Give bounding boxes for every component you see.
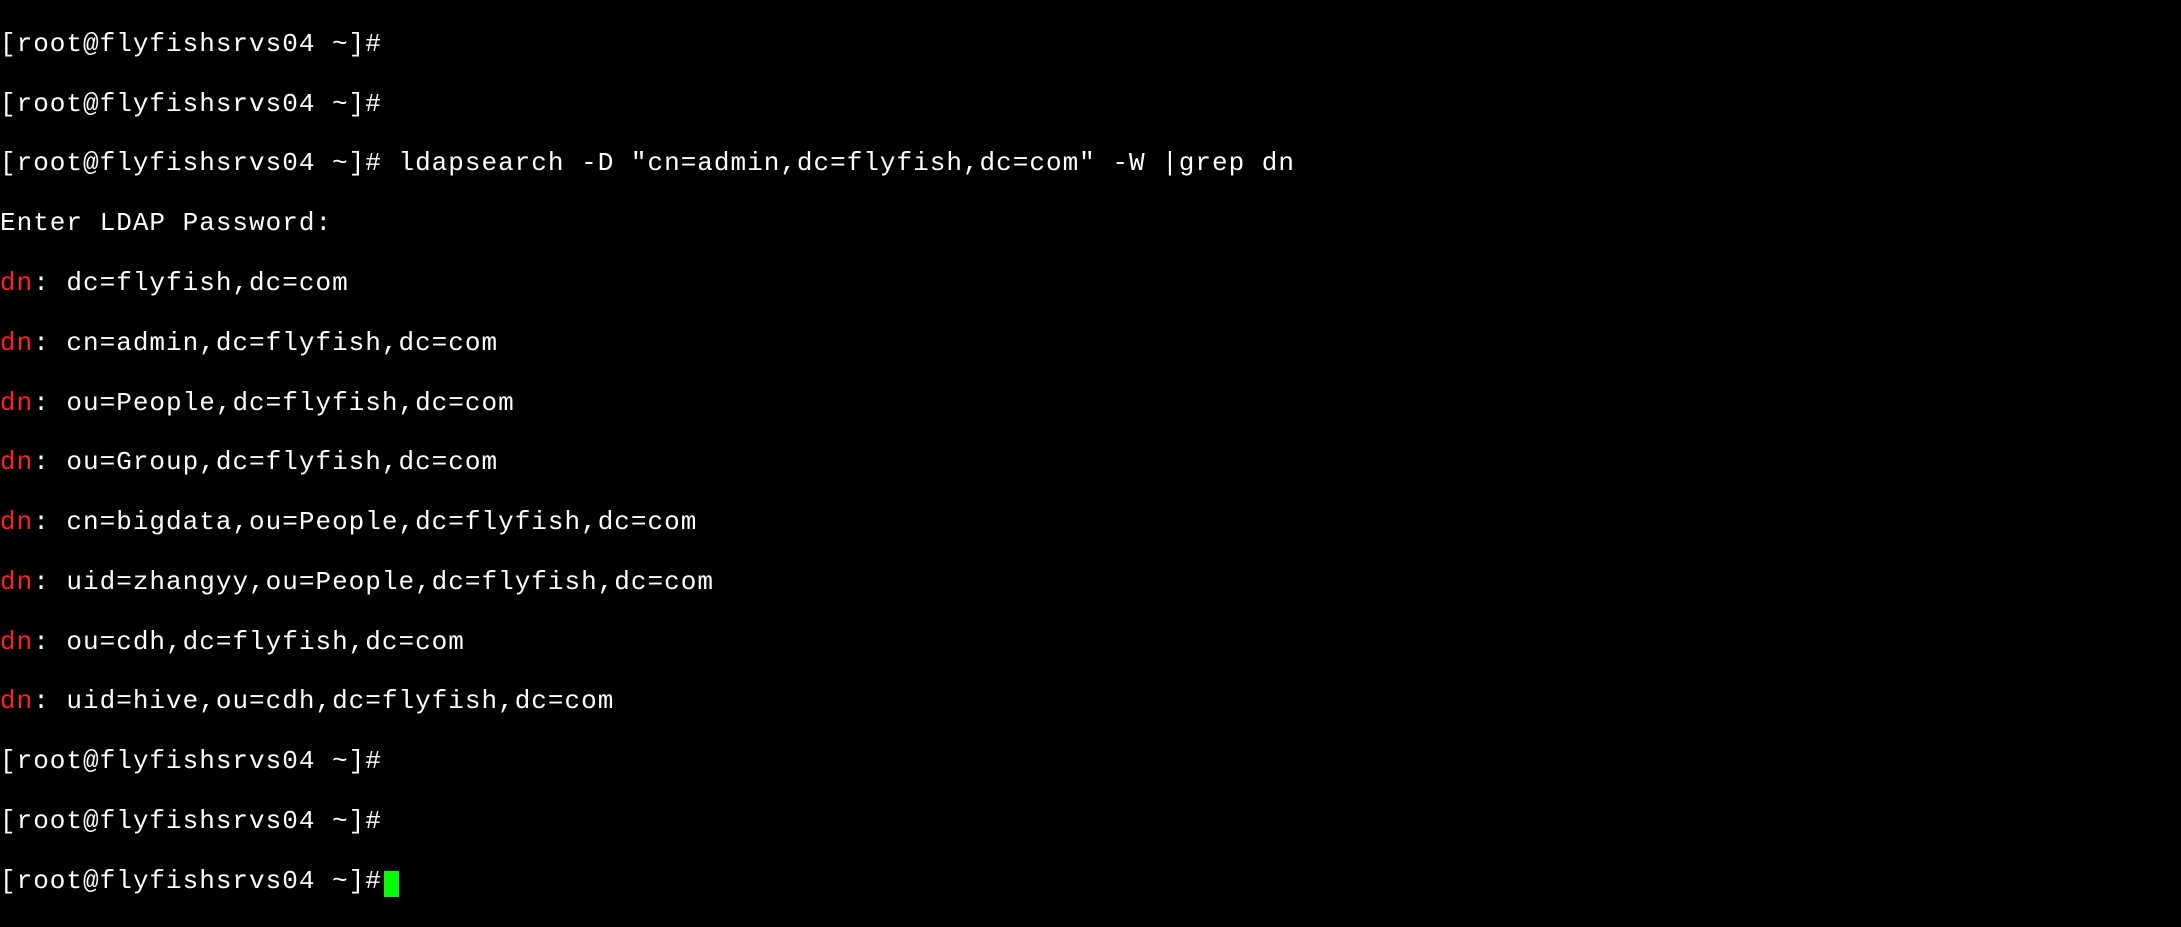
dn-entry: dn: cn=bigdata,ou=People,dc=flyfish,dc=c… [0, 508, 2181, 538]
prompt-line: [root@flyfishsrvs04 ~]# [0, 30, 2181, 60]
dn-value: : cn=bigdata,ou=People,dc=flyfish,dc=com [33, 507, 697, 537]
prompt-line: [root@flyfishsrvs04 ~]# [0, 867, 2181, 897]
dn-value: : uid=zhangyy,ou=People,dc=flyfish,dc=co… [33, 567, 714, 597]
dn-label: dn [0, 268, 33, 298]
cursor [384, 871, 399, 897]
password-prompt: Enter LDAP Password: [0, 209, 2181, 239]
dn-label: dn [0, 328, 33, 358]
dn-value: : dc=flyfish,dc=com [33, 268, 348, 298]
dn-value: : ou=People,dc=flyfish,dc=com [33, 388, 514, 418]
dn-label: dn [0, 507, 33, 537]
dn-label: dn [0, 388, 33, 418]
dn-entry: dn: dc=flyfish,dc=com [0, 269, 2181, 299]
prompt-line: [root@flyfishsrvs04 ~]# [0, 747, 2181, 777]
dn-value: : ou=cdh,dc=flyfish,dc=com [33, 627, 465, 657]
prompt-text: [root@flyfishsrvs04 ~]# [0, 866, 382, 896]
dn-entry: dn: ou=People,dc=flyfish,dc=com [0, 389, 2181, 419]
dn-entry: dn: ou=cdh,dc=flyfish,dc=com [0, 628, 2181, 658]
command-line: [root@flyfishsrvs04 ~]# ldapsearch -D "c… [0, 149, 2181, 179]
dn-value: : uid=hive,ou=cdh,dc=flyfish,dc=com [33, 686, 614, 716]
terminal-output[interactable]: [root@flyfishsrvs04 ~]# [root@flyfishsrv… [0, 0, 2181, 927]
dn-value: : cn=admin,dc=flyfish,dc=com [33, 328, 498, 358]
dn-entry: dn: uid=hive,ou=cdh,dc=flyfish,dc=com [0, 687, 2181, 717]
dn-entry: dn: ou=Group,dc=flyfish,dc=com [0, 448, 2181, 478]
dn-entry: dn: uid=zhangyy,ou=People,dc=flyfish,dc=… [0, 568, 2181, 598]
dn-label: dn [0, 627, 33, 657]
dn-label: dn [0, 567, 33, 597]
dn-value: : ou=Group,dc=flyfish,dc=com [33, 447, 498, 477]
dn-label: dn [0, 447, 33, 477]
prompt-line: [root@flyfishsrvs04 ~]# [0, 807, 2181, 837]
prompt-line: [root@flyfishsrvs04 ~]# [0, 90, 2181, 120]
dn-label: dn [0, 686, 33, 716]
dn-entry: dn: cn=admin,dc=flyfish,dc=com [0, 329, 2181, 359]
